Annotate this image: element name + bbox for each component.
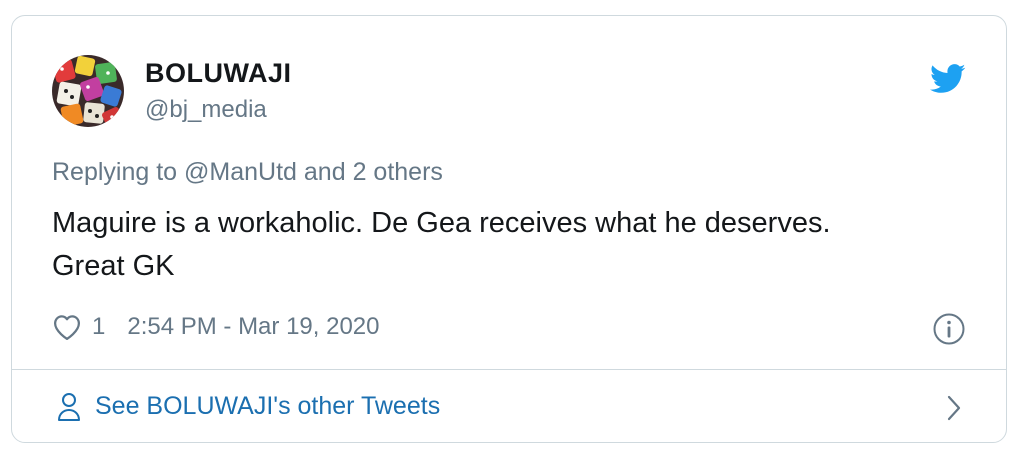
see-other-tweets-link[interactable]: See BOLUWAJI's other Tweets [12,370,1006,442]
reply-prefix: Replying to [52,158,178,186]
embedded-tweet-card: BOLUWAJI @bj_media Replying to @ManUtd a… [11,15,1007,443]
tweet-text-line: Maguire is a workaholic. De Gea receives… [52,207,831,239]
twitter-bird-icon[interactable] [930,64,966,94]
user-handle[interactable]: @bj_media [145,96,267,124]
tweet-text-line: Great GK [52,250,175,282]
see-other-tweets-label[interactable]: See BOLUWAJI's other Tweets [95,392,440,421]
like-count[interactable]: 1 [92,313,105,341]
person-icon [58,393,80,421]
reply-context: Replying to @ManUtd and 2 others [52,158,443,187]
timestamp-link[interactable]: 2:54 PM - Mar 19, 2020 [127,313,379,341]
reply-others-link[interactable]: and 2 others [304,158,443,186]
tweet-text: Maguire is a workaholic. De Gea receives… [52,202,952,288]
tweet-meta: 1 2:54 PM - Mar 19, 2020 [52,310,380,344]
heart-icon[interactable] [52,313,82,341]
info-icon[interactable] [932,312,966,346]
display-name[interactable]: BOLUWAJI [145,58,292,89]
dice-avatar-image [52,55,124,127]
reply-mention-link[interactable]: @ManUtd [184,158,297,186]
chevron-right-icon[interactable] [946,394,962,422]
avatar[interactable] [52,55,124,127]
